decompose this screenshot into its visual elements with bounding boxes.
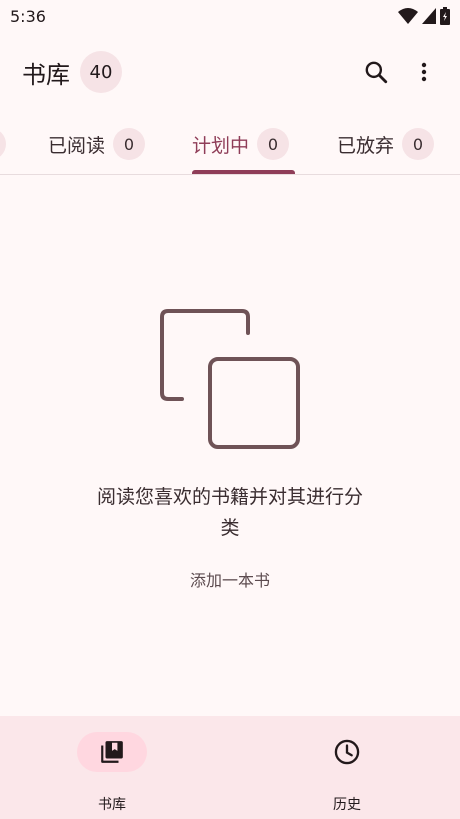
tab-label: 计划中 — [192, 134, 250, 157]
tab-count-badge: 0 — [402, 128, 435, 160]
tab-partial-badge — [0, 128, 6, 160]
more-vert-icon — [421, 62, 427, 82]
status-icons — [398, 7, 450, 25]
nav-item-library[interactable]: 书库 — [42, 730, 182, 813]
tab-read[interactable]: 已阅读 0 — [48, 114, 146, 174]
status-time: 5:36 — [10, 6, 46, 26]
page-title: 书库 — [22, 60, 70, 89]
signal-icon — [422, 8, 436, 24]
active-tab-indicator — [192, 170, 295, 174]
bottom-navigation: 书库 历史 — [0, 716, 460, 819]
nav-label: 历史 — [333, 797, 361, 813]
wifi-icon — [398, 8, 418, 24]
nav-pill — [312, 732, 382, 772]
tab-planned[interactable]: 计划中 0 — [192, 114, 290, 174]
battery-icon — [440, 7, 450, 25]
empty-state-message: 阅读您喜欢的书籍并对其进行分类 — [96, 486, 363, 539]
tab-count-badge: 0 — [257, 128, 290, 160]
library-count-badge: 40 — [80, 51, 122, 93]
search-icon — [365, 61, 388, 84]
nav-active-pill — [77, 732, 147, 772]
search-button[interactable] — [352, 48, 400, 96]
history-clock-icon — [334, 739, 360, 765]
add-book-button[interactable]: 添加一本书 — [130, 563, 330, 595]
app-bar: 书库 40 — [0, 40, 460, 104]
tab-bar: 已阅读 0 计划中 0 已放弃 0 — [0, 114, 460, 175]
tab-label: 已阅读 — [48, 134, 106, 157]
status-bar: 5:36 — [0, 0, 460, 32]
copy-icon — [160, 309, 300, 449]
nav-label: 书库 — [98, 797, 126, 813]
nav-item-history[interactable]: 历史 — [277, 730, 417, 813]
app-bar-actions — [352, 48, 448, 96]
tab-count-badge: 0 — [113, 128, 146, 160]
tab-dropped[interactable]: 已放弃 0 — [337, 114, 435, 174]
more-options-button[interactable] — [400, 48, 448, 96]
tab-label: 已放弃 — [337, 134, 395, 157]
library-books-icon — [101, 741, 123, 763]
